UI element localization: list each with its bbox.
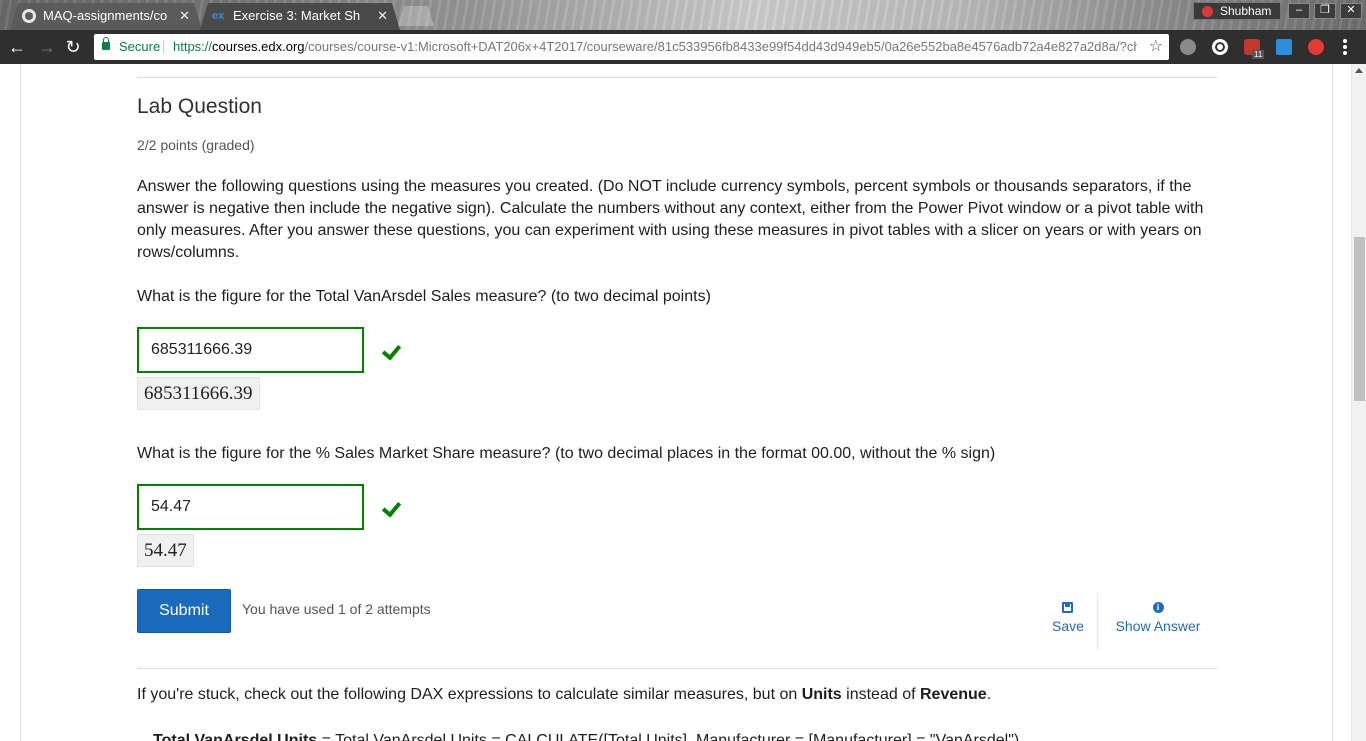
content-frame-border <box>20 64 21 741</box>
lock-icon <box>102 37 110 50</box>
tab-github[interactable]: MAQ-assignments/co ✕ <box>10 3 202 30</box>
correct-check-icon <box>383 344 401 356</box>
minimize-button[interactable]: – <box>1288 3 1310 19</box>
submit-button[interactable]: Submit <box>137 589 231 633</box>
action-divider <box>1097 594 1098 650</box>
scroll-up-arrow-icon[interactable] <box>1355 68 1363 73</box>
hint-bold-units: Units <box>801 686 842 703</box>
edx-icon: ex <box>212 10 225 22</box>
attempts-text: You have used 1 of 2 attempts <box>242 601 431 617</box>
tab-title: MAQ-assignments/co <box>43 3 178 28</box>
address-bar[interactable]: Secure https://courses.edx.org/courses/c… <box>94 34 1169 60</box>
problem-instructions: Answer the following questions using the… <box>137 178 1204 261</box>
omnibox-separator <box>163 40 164 54</box>
content-frame-border <box>1332 64 1333 741</box>
show-answer-label: Show Answer <box>1115 618 1201 634</box>
divider <box>137 77 1217 78</box>
problem-points: 2/2 points (graded) <box>137 137 255 153</box>
show-answer-button[interactable]: i Show Answer <box>1113 602 1203 634</box>
vertical-scrollbar[interactable] <box>1351 64 1366 741</box>
profile-button[interactable]: Shubham <box>1193 2 1281 20</box>
question-text: What is the figure for the Total VanArsd… <box>137 288 711 305</box>
screen-extension-icon[interactable] <box>1276 39 1292 55</box>
tab-close-icon[interactable]: ✕ <box>179 3 190 28</box>
answer-preview: 54.47 <box>137 534 194 567</box>
close-window-button[interactable]: ✕ <box>1340 3 1362 19</box>
problem-title: Lab Question <box>137 95 262 118</box>
chrome-menu-icon[interactable] <box>1343 39 1347 55</box>
tab-edx-exercise[interactable]: ex Exercise 3: Market Sh ✕ <box>200 3 400 30</box>
url-text[interactable]: https://courses.edx.org/courses/course-v… <box>173 34 1137 60</box>
tab-close-icon[interactable]: ✕ <box>377 3 388 28</box>
browser-tab-strip: MAQ-assignments/co ✕ ex Exercise 3: Mark… <box>0 0 1366 30</box>
save-label: Save <box>1052 618 1084 634</box>
answer-input[interactable]: 685311666.39 <box>137 327 364 373</box>
speedometer-extension-icon[interactable] <box>1212 39 1228 55</box>
info-icon: i <box>1152 602 1164 613</box>
answer-input[interactable]: 54.47 <box>137 484 364 530</box>
forward-button[interactable]: → <box>36 37 58 57</box>
github-icon <box>22 9 36 23</box>
new-tab-button[interactable] <box>398 6 434 26</box>
bookmark-star-icon[interactable]: ☆ <box>1149 34 1163 60</box>
hint-list-item: Total VanArsdel Units = Total VanArsdel … <box>153 732 1020 741</box>
answer-preview: 685311666.39 <box>137 377 260 410</box>
restore-button[interactable]: ❐ <box>1314 3 1336 19</box>
correct-check-icon <box>383 501 401 513</box>
scrollbar-thumb[interactable] <box>1354 237 1365 401</box>
question-text: What is the figure for the % Sales Marke… <box>137 445 996 462</box>
divider <box>137 668 1217 669</box>
page-viewport: Lab Question 2/2 points (graded) Answer … <box>0 64 1366 741</box>
profile-name: Shubham <box>1220 4 1272 18</box>
reload-button[interactable]: ↻ <box>62 37 84 57</box>
extension-icon[interactable] <box>1180 39 1196 55</box>
opera-extension-icon[interactable] <box>1308 39 1324 55</box>
save-icon <box>1061 602 1073 613</box>
browser-toolbar: ← → ↻ Secure https://courses.edx.org/cou… <box>0 30 1366 64</box>
back-button[interactable]: ← <box>6 37 28 57</box>
tab-title: Exercise 3: Market Sh <box>233 3 376 28</box>
secure-label: Secure <box>119 39 161 54</box>
profile-icon <box>1202 6 1213 17</box>
extension-badge: 11 <box>1252 50 1265 59</box>
hint-bold-revenue: Revenue <box>919 686 987 703</box>
save-button[interactable]: Save <box>1052 602 1084 634</box>
hint-text: If you're stuck, check out the following… <box>137 686 992 703</box>
